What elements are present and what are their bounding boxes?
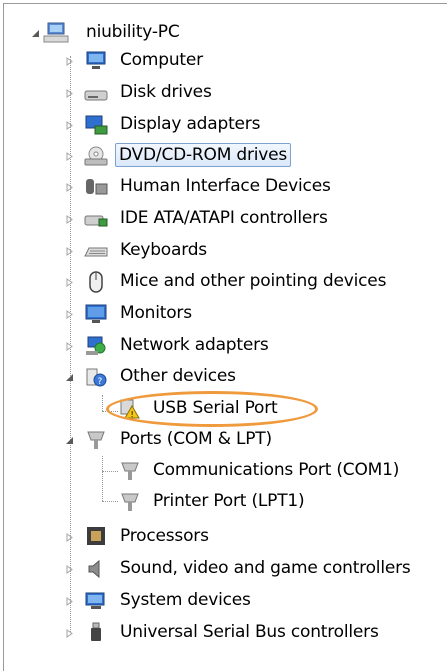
tree-node-dvd-cd-rom-drives[interactable]: DVD/CD-ROM drives [0,141,440,171]
port-icon [117,491,143,513]
computer-icon [83,50,109,72]
tree-node-display-adapters[interactable]: Display adapters [0,110,440,140]
tree-node-label: Mice and other pointing devices [120,271,387,291]
tree-node-other-devices[interactable]: ? Other devices [0,362,440,392]
expand-arrow-icon[interactable] [64,213,74,225]
tree-node-communications-port[interactable]: Communications Port (COM1) [0,456,440,486]
tree-node-label: Monitors [120,303,192,323]
tree-node-label: Human Interface Devices [120,176,331,196]
mouse-icon [83,271,109,293]
disk-drive-icon [83,82,109,104]
expand-arrow-icon[interactable] [64,276,74,288]
collapse-arrow-icon[interactable] [64,371,74,383]
tree-node-universal-serial-bus-controllers[interactable]: Universal Serial Bus controllers [0,618,440,648]
tree-node-label: Keyboards [120,240,207,260]
usb-icon [83,622,109,644]
expand-arrow-icon[interactable] [64,87,74,99]
tree-node-label: Computer [120,50,203,70]
tree-node-computer[interactable]: Computer [0,46,440,76]
port-icon [83,429,109,451]
tree-node-network-adapters[interactable]: Network adapters [0,331,440,361]
port-icon [117,460,143,482]
hid-icon [83,176,109,198]
tree-node-keyboards[interactable]: Keyboards [0,236,440,266]
tree-node-label: IDE ATA/ATAPI controllers [120,208,328,228]
tree-node-label: Printer Port (LPT1) [153,491,305,511]
expand-arrow-icon[interactable] [64,55,74,67]
tree-node-mice-and-other-pointing-devices[interactable]: Mice and other pointing devices [0,267,440,297]
dvd-drive-icon [83,145,109,167]
expand-arrow-icon[interactable] [64,531,74,543]
tree-node-label: Processors [120,526,209,546]
tree-node-label: niubility-PC [86,22,180,42]
expand-arrow-icon[interactable] [64,150,74,162]
tree-node-system-devices[interactable]: System devices [0,586,440,616]
tree-node-label: Ports (COM & LPT) [120,429,272,449]
system-device-icon [83,590,109,612]
tree-node-label: Display adapters [120,114,261,134]
expand-arrow-icon[interactable] [64,627,74,639]
tree-node-label: Universal Serial Bus controllers [120,622,379,642]
unknown-device-icon: ? [83,366,109,388]
speaker-icon [83,558,109,580]
tree-node-printer-port[interactable]: Printer Port (LPT1) [0,487,440,517]
processor-icon [83,526,109,548]
tree-node-disk-drives[interactable]: Disk drives [0,78,440,108]
tree-node-root[interactable]: niubility-PC [0,18,440,48]
expand-arrow-icon[interactable] [64,308,74,320]
tree-node-label: Other devices [120,366,236,386]
expand-arrow-icon[interactable] [64,119,74,131]
tree-node-label: Disk drives [120,82,212,102]
svg-text:?: ? [98,377,103,387]
tree-node-processors[interactable]: Processors [0,522,440,552]
ide-controller-icon [83,208,109,230]
expand-arrow-icon[interactable] [64,595,74,607]
expand-arrow-icon[interactable] [64,340,74,352]
tree-node-label: Communications Port (COM1) [153,460,400,480]
highlight-ring [106,391,318,427]
expand-arrow-icon[interactable] [64,245,74,257]
tree-node-sound-video-game-controllers[interactable]: Sound, video and game controllers [0,554,440,584]
tree-node-label: System devices [120,590,251,610]
tree-node-label: DVD/CD-ROM drives [115,143,292,167]
expand-arrow-icon[interactable] [64,181,74,193]
collapse-arrow-icon[interactable] [64,434,74,446]
keyboard-icon [83,240,109,262]
monitor-icon [83,303,109,325]
tree-node-human-interface-devices[interactable]: Human Interface Devices [0,172,440,202]
tree-node-label: Sound, video and game controllers [120,558,411,578]
tree-node-label: Network adapters [120,335,269,355]
tree-node-ports-com-lpt[interactable]: Ports (COM & LPT) [0,425,440,455]
tree-node-ide-ata-atapi-controllers[interactable]: IDE ATA/ATAPI controllers [0,204,440,234]
network-adapter-icon [83,335,109,357]
display-adapter-icon [83,114,109,136]
expand-arrow-icon[interactable] [64,563,74,575]
tree-node-monitors[interactable]: Monitors [0,299,440,329]
computer-network-icon [43,22,69,44]
collapse-arrow-icon[interactable] [30,27,40,39]
